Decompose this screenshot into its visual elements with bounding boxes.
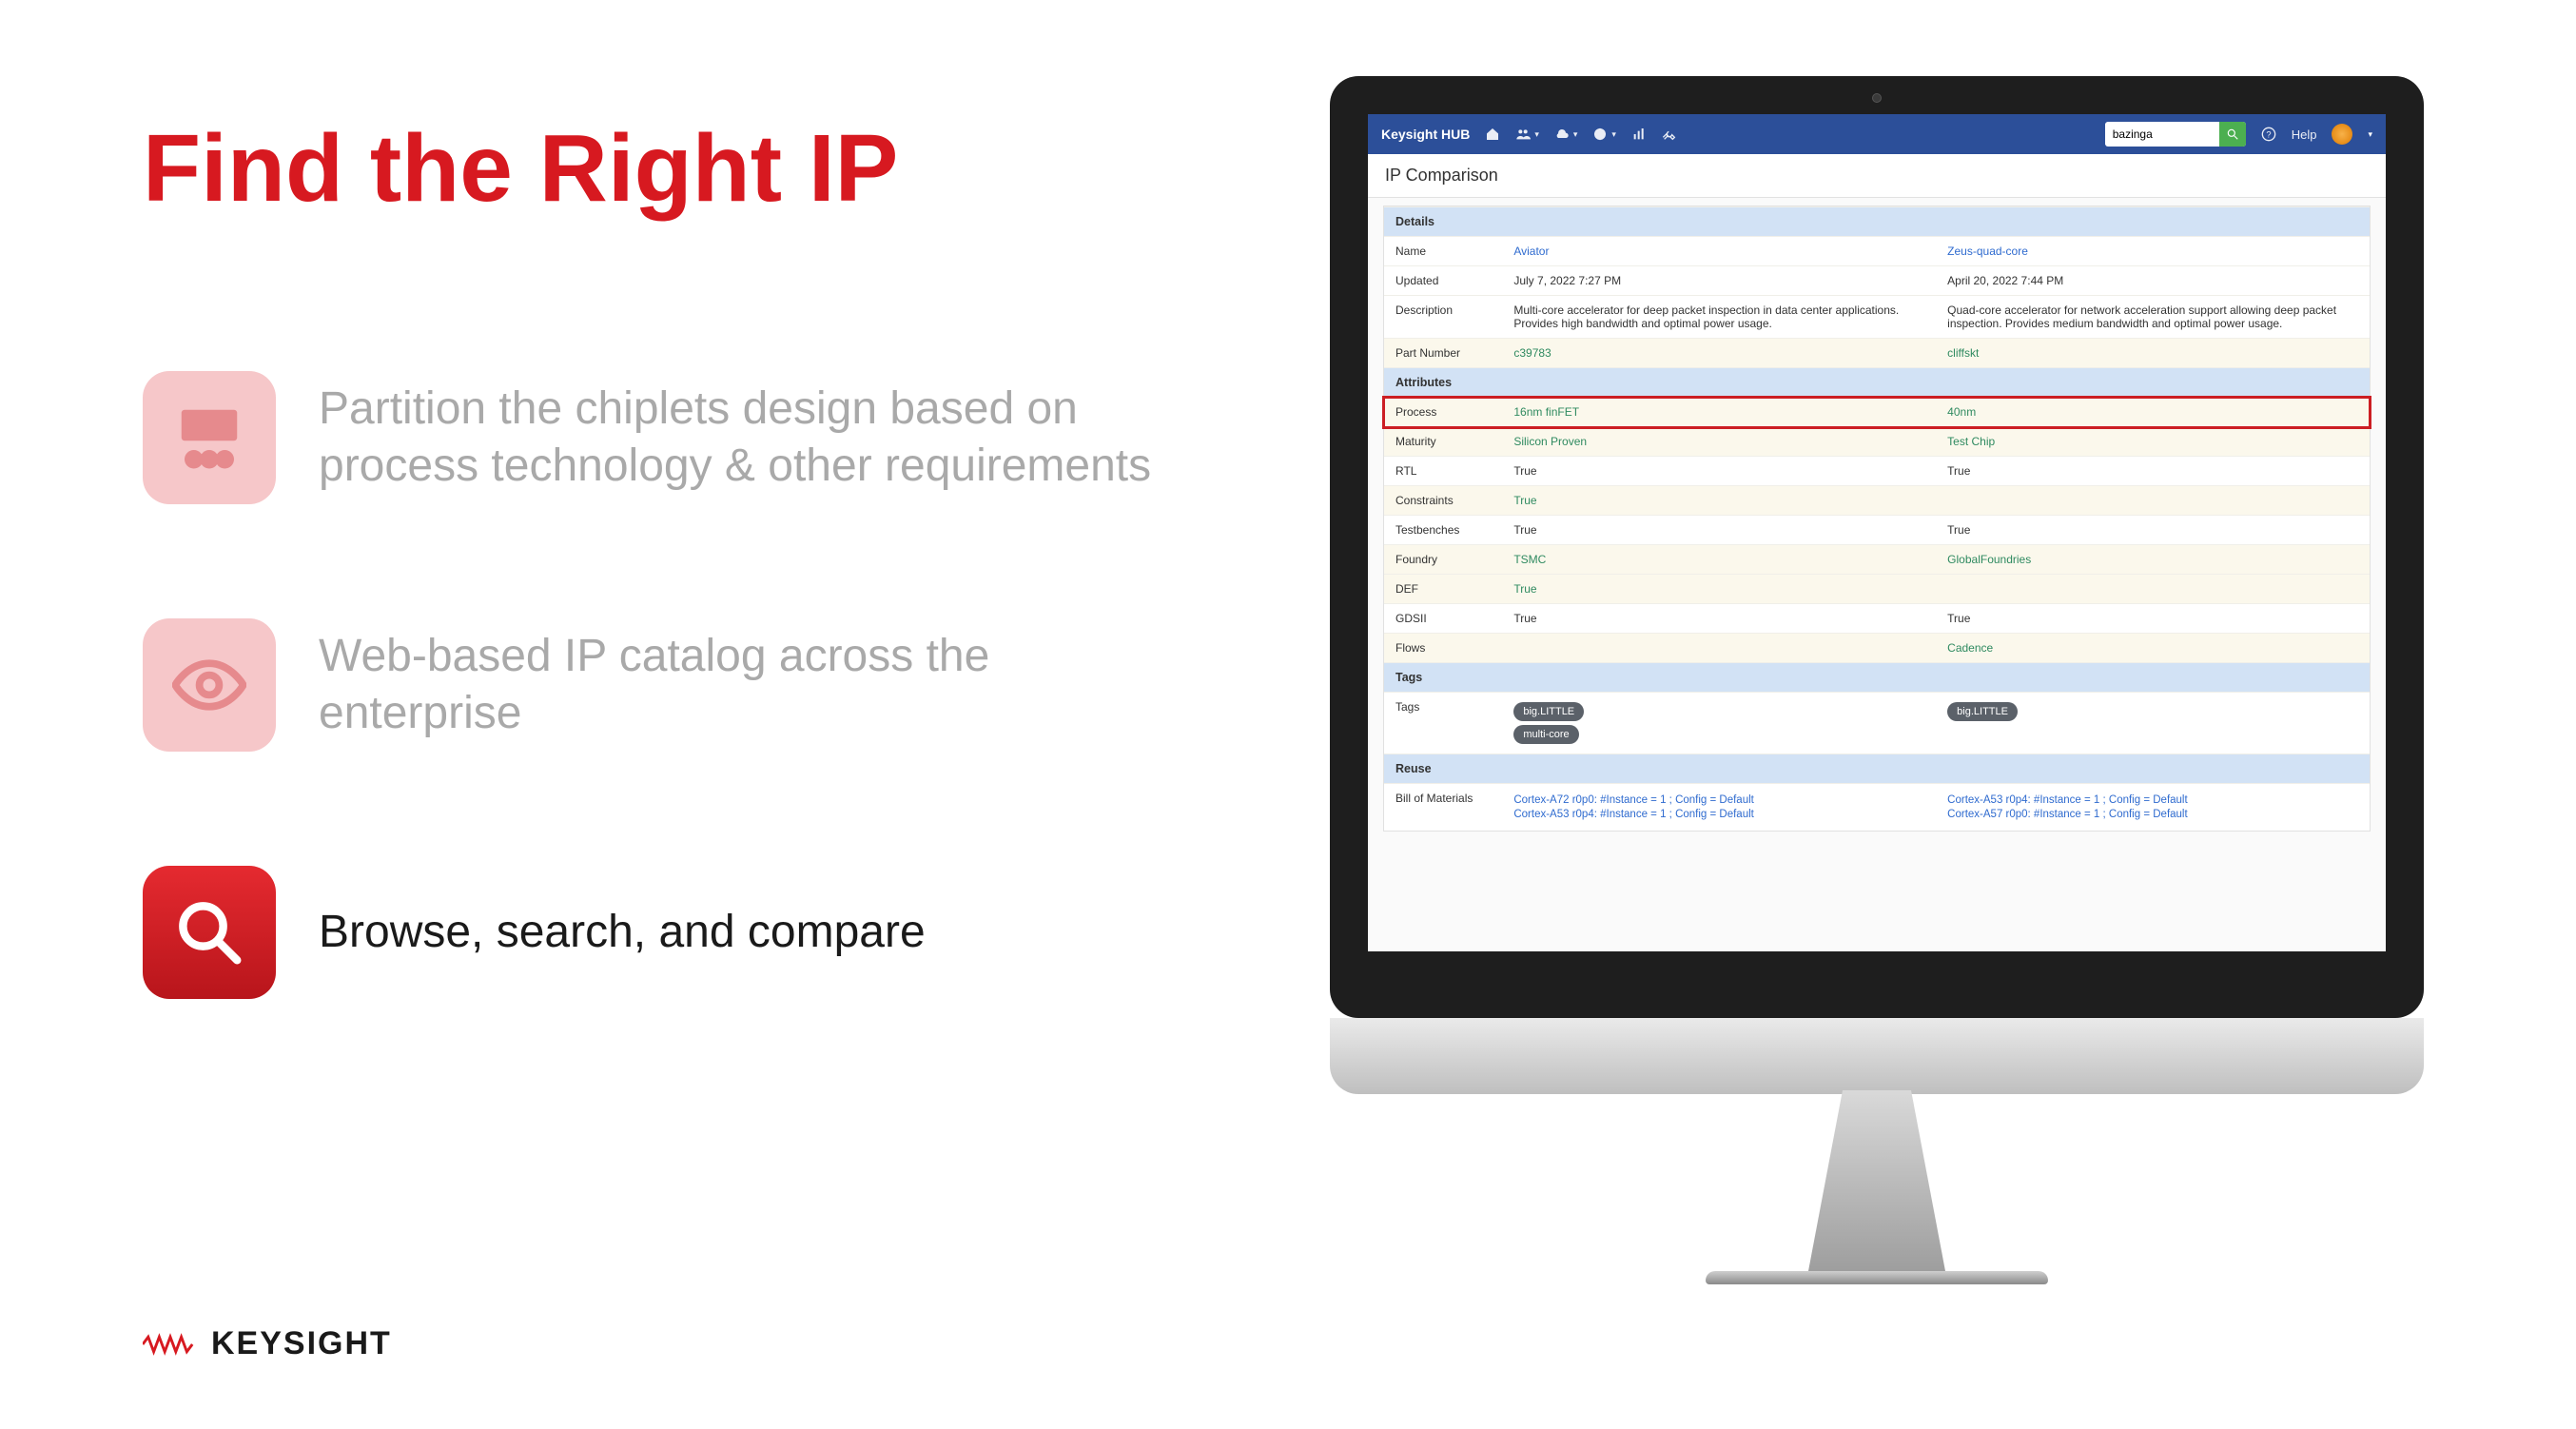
- comparison-table: Details Name Aviator Zeus-quad-core Upda…: [1384, 206, 2370, 831]
- search-box: [2105, 122, 2246, 147]
- section-tags: Tags: [1384, 663, 2370, 693]
- row-process: Process 16nm finFET 40nm: [1384, 398, 2370, 427]
- row-def: DEF True: [1384, 575, 2370, 604]
- bullet-partition: Partition the chiplets design based on p…: [143, 371, 1170, 504]
- app-brand: Keysight HUB: [1381, 127, 1470, 142]
- page-title: IP Comparison: [1368, 154, 2386, 198]
- camera-dot: [1872, 93, 1882, 103]
- section-details: Details: [1384, 207, 2370, 237]
- row-description: Description Multi-core accelerator for d…: [1384, 296, 2370, 339]
- row-part-number: Part Number c39783 cliffskt: [1384, 339, 2370, 368]
- search-input[interactable]: [2105, 124, 2219, 145]
- brand-text: KEYSIGHT: [211, 1325, 392, 1362]
- nav-chart[interactable]: [1631, 127, 1647, 142]
- bullet-text: Web-based IP catalog across the enterpri…: [319, 628, 1170, 742]
- nav-globe[interactable]: ▾: [1592, 127, 1616, 142]
- bullet-text: Partition the chiplets design based on p…: [319, 381, 1170, 495]
- section-reuse: Reuse: [1384, 754, 2370, 784]
- tag-pill[interactable]: multi-core: [1513, 725, 1578, 744]
- search-button[interactable]: [2219, 122, 2246, 147]
- row-rtl: RTLTrueTrue: [1384, 457, 2370, 486]
- tag-pill[interactable]: big.LITTLE: [1947, 702, 2018, 721]
- comparison-panel: Details Name Aviator Zeus-quad-core Upda…: [1383, 206, 2371, 832]
- bullet-catalog: Web-based IP catalog across the enterpri…: [143, 618, 1170, 752]
- row-testbenches: TestbenchesTrueTrue: [1384, 516, 2370, 545]
- bullet-text: Browse, search, and compare: [319, 904, 926, 961]
- slide-title: Find the Right IP: [143, 114, 898, 224]
- bullet-search: Browse, search, and compare: [143, 866, 1170, 999]
- keysight-logo: KEYSIGHT: [143, 1325, 392, 1362]
- bom-link[interactable]: Cortex-A53 r0p4: #Instance = 1 ; Config …: [1513, 809, 1924, 820]
- maturity-value: Silicon Proven: [1513, 435, 1587, 448]
- process-value: 40nm: [1947, 405, 1976, 419]
- row-tags: Tags big.LITTLE multi-core big.LITTLE: [1384, 693, 2370, 754]
- bom-link[interactable]: Cortex-A57 r0p0: #Instance = 1 ; Config …: [1947, 809, 2358, 820]
- row-maturity: Maturity Silicon Proven Test Chip: [1384, 427, 2370, 457]
- row-foundry: Foundry TSMC GlobalFoundries: [1384, 545, 2370, 575]
- ip-name-link[interactable]: Zeus-quad-core: [1947, 245, 2028, 258]
- tag-pill[interactable]: big.LITTLE: [1513, 702, 1584, 721]
- nav-tools[interactable]: [1662, 127, 1677, 142]
- help-link[interactable]: Help: [2292, 127, 2317, 142]
- search-icon: [143, 866, 276, 999]
- bom-link[interactable]: Cortex-A53 r0p4: #Instance = 1 ; Config …: [1947, 794, 2358, 806]
- app-top-bar: Keysight HUB ▾ ▾ ▾ ? Help ▾: [1368, 114, 2386, 154]
- row-gdsii: GDSIITrueTrue: [1384, 604, 2370, 634]
- eye-icon: [143, 618, 276, 752]
- group-icon: [143, 371, 276, 504]
- foundry-value: TSMC: [1513, 553, 1546, 566]
- row-constraints: Constraints True: [1384, 486, 2370, 516]
- monitor-base: [1706, 1271, 2048, 1284]
- nav-home[interactable]: [1485, 127, 1500, 142]
- row-name: Name Aviator Zeus-quad-core: [1384, 237, 2370, 266]
- monitor-stand: [1763, 1090, 1991, 1271]
- monitor-mockup: Keysight HUB ▾ ▾ ▾ ? Help ▾ IP Compari: [1330, 76, 2424, 1284]
- row-updated: Updated July 7, 2022 7:27 PM April 20, 2…: [1384, 266, 2370, 296]
- foundry-value: GlobalFoundries: [1947, 553, 2031, 566]
- section-attributes: Attributes: [1384, 368, 2370, 398]
- user-avatar[interactable]: [2332, 124, 2352, 145]
- nav-cloud[interactable]: ▾: [1554, 127, 1578, 142]
- nav-people[interactable]: ▾: [1515, 127, 1539, 142]
- svg-text:?: ?: [2266, 129, 2271, 139]
- monitor-chin: [1330, 1018, 2424, 1094]
- part-link[interactable]: c39783: [1513, 346, 1551, 360]
- bom-link[interactable]: Cortex-A72 r0p0: #Instance = 1 ; Config …: [1513, 794, 1924, 806]
- help-icon[interactable]: ?: [2261, 127, 2276, 142]
- row-bom: Bill of Materials Cortex-A72 r0p0: #Inst…: [1384, 784, 2370, 832]
- maturity-value: Test Chip: [1947, 435, 1995, 448]
- row-flows: Flows Cadence: [1384, 634, 2370, 663]
- app-screen: Keysight HUB ▾ ▾ ▾ ? Help ▾ IP Compari: [1368, 114, 2386, 951]
- process-value: 16nm finFET: [1513, 405, 1579, 419]
- part-link[interactable]: cliffskt: [1947, 346, 1979, 360]
- bullet-list: Partition the chiplets design based on p…: [143, 371, 1170, 1113]
- ip-name-link[interactable]: Aviator: [1513, 245, 1549, 258]
